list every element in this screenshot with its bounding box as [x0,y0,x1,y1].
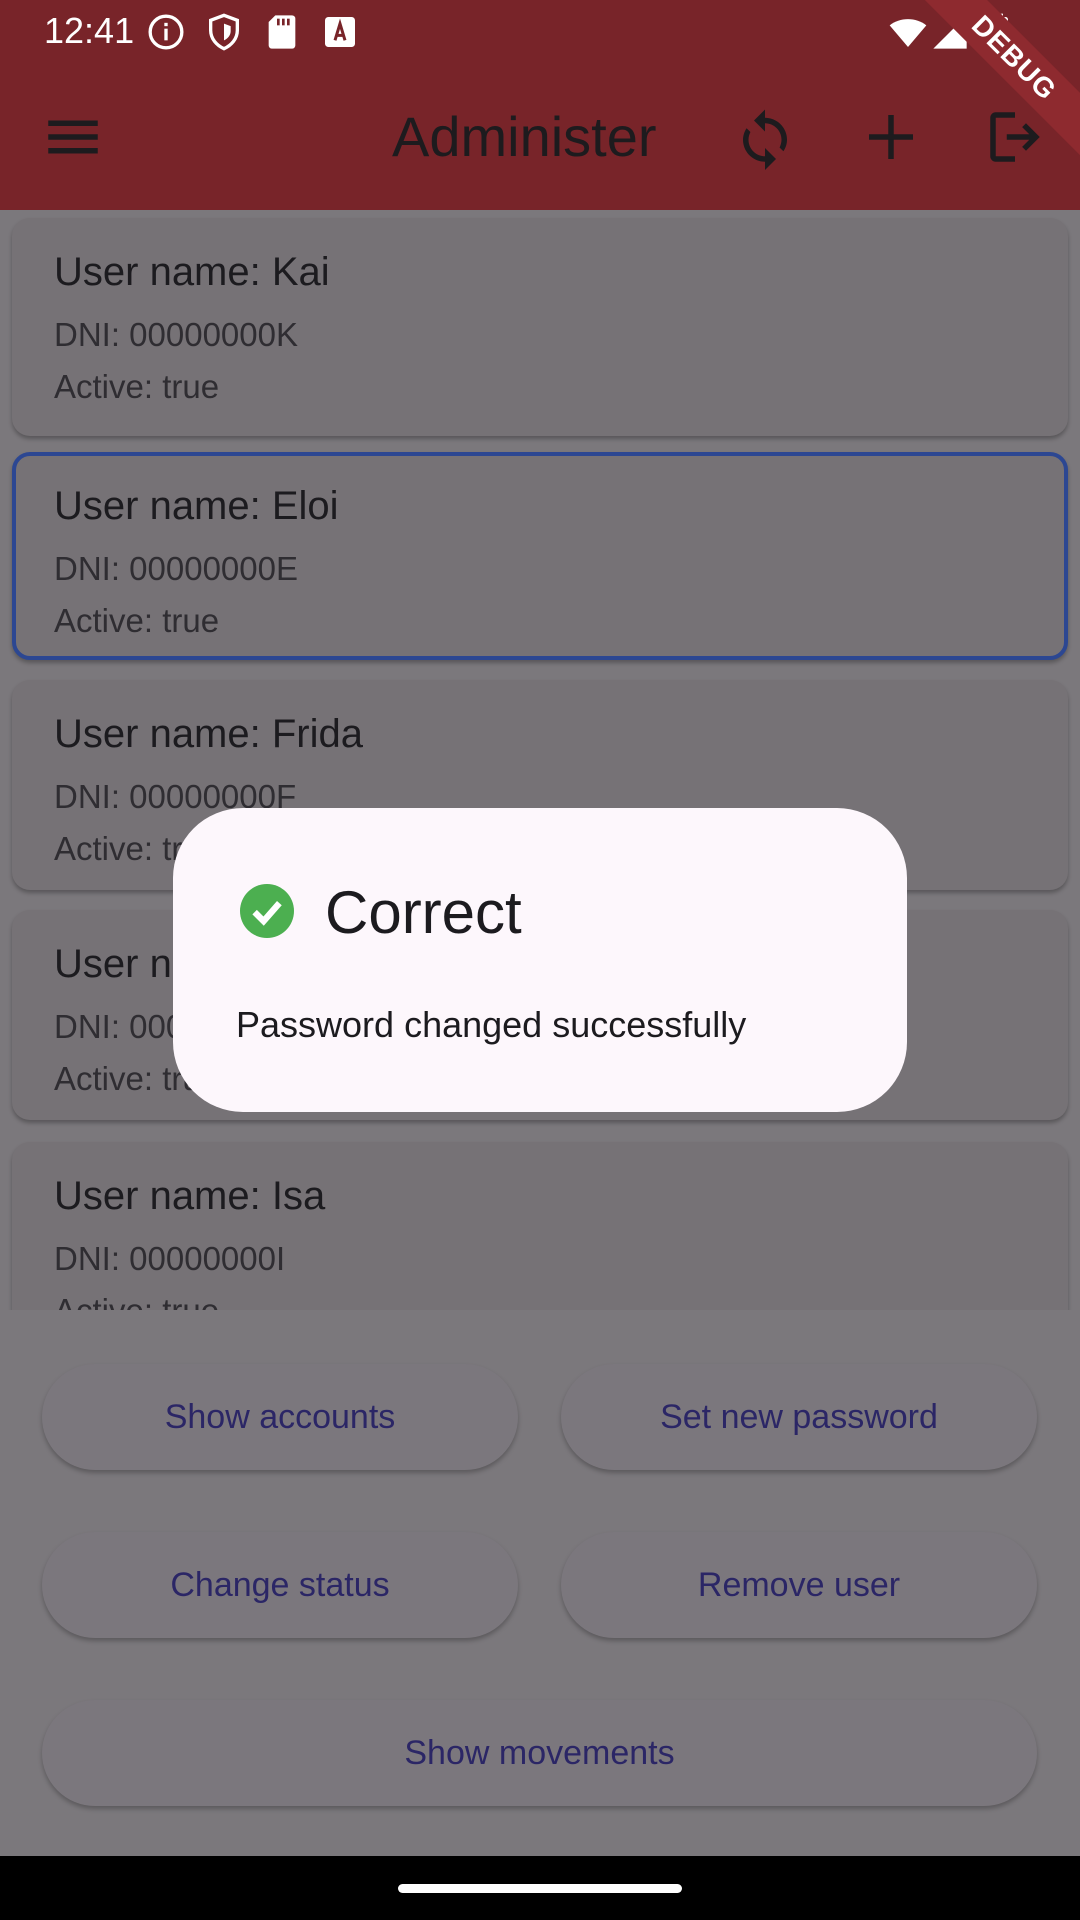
page-title: Administer [392,105,657,168]
sd-card-icon [262,12,302,52]
user-active: Active: true [54,602,220,639]
info-icon [146,12,186,52]
user-dni: DNI: 00000000E [54,550,299,587]
success-dialog: Correct Password changed successfully [173,808,907,1112]
refresh-icon[interactable] [732,104,798,170]
shield-icon [204,12,244,52]
user-active: Active: true [54,368,220,405]
user-name: User name: Kai [54,250,330,294]
dialog-title: Correct [325,879,522,946]
font-download-icon [320,12,360,52]
user-card[interactable]: User name: Isa DNI: 00000000I Active: tr… [12,1142,1068,1310]
wifi-icon [888,12,928,52]
remove-user-button[interactable]: Remove user [561,1532,1037,1638]
set-new-password-button[interactable]: Set new password [561,1364,1037,1470]
home-handle[interactable] [398,1884,682,1893]
check-circle-icon [240,884,294,938]
menu-icon[interactable] [40,104,106,170]
status-time: 12:41 [44,10,135,51]
user-dni: DNI: 00000000K [54,316,299,353]
user-active: Active: true [54,1292,219,1310]
change-status-button[interactable]: Change status [42,1532,518,1638]
user-name: User name: Isa [54,1174,326,1218]
status-bar: 12:41 [0,0,1080,64]
dialog-message: Password changed successfully [236,1004,747,1045]
system-nav-bar [0,1856,1080,1920]
user-card-selected[interactable]: User name: Eloi DNI: 00000000E Active: t… [12,452,1068,660]
show-movements-button[interactable]: Show movements [42,1700,1037,1806]
user-name: User name: Eloi [54,484,339,528]
user-name: User name: Frida [54,712,363,756]
user-list: User name: Kai DNI: 00000000K Active: tr… [0,210,1080,1310]
app-bar: Administer [0,64,1080,210]
user-card[interactable]: User name: Kai DNI: 00000000K Active: tr… [12,218,1068,436]
show-accounts-button[interactable]: Show accounts [42,1364,518,1470]
user-dni: DNI: 00000000I [54,1240,286,1277]
add-icon[interactable] [858,104,924,170]
